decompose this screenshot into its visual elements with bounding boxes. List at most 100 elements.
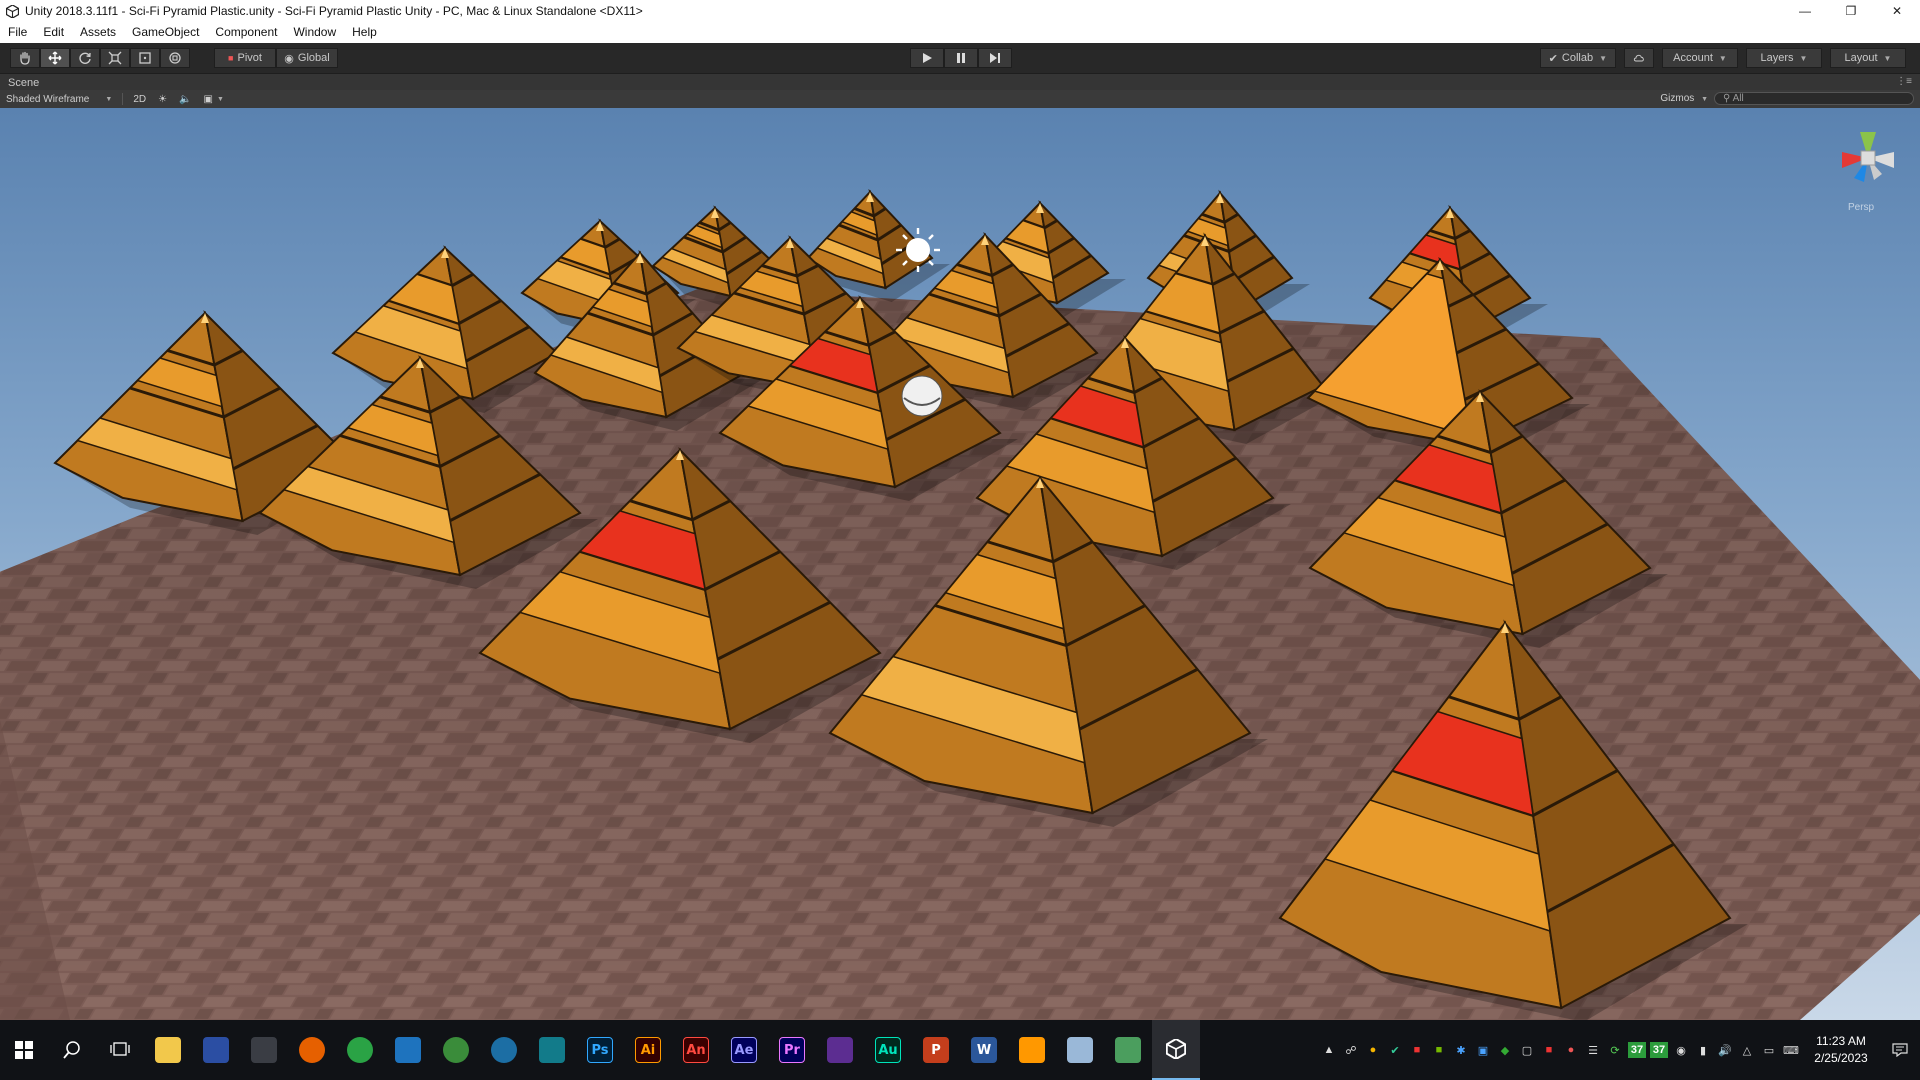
app-teal-icon-tile <box>539 1037 565 1063</box>
powerpoint-icon[interactable]: P <box>912 1020 960 1080</box>
search-icon[interactable] <box>48 1020 96 1080</box>
file-explorer-icon[interactable] <box>144 1020 192 1080</box>
word-icon[interactable]: W <box>960 1020 1008 1080</box>
tray-sync-icon[interactable]: ⟳ <box>1604 1039 1626 1061</box>
menu-assets[interactable]: Assets <box>72 22 124 43</box>
app-teal-icon[interactable] <box>528 1020 576 1080</box>
notification-center-icon[interactable] <box>1880 1043 1920 1057</box>
tray-usb-icon[interactable]: ▲ <box>1318 1039 1340 1061</box>
lighting-toggle-icon[interactable]: ☀ <box>152 94 173 105</box>
pivot-toggle[interactable]: ■ Pivot <box>214 48 276 68</box>
tray-box-icon[interactable]: ▢ <box>1516 1039 1538 1061</box>
sublime-icon[interactable] <box>1008 1020 1056 1080</box>
scene-render <box>0 108 1920 1020</box>
notepad-icon[interactable] <box>1056 1020 1104 1080</box>
taskbar-clock[interactable]: 11:23 AM 2/25/2023 <box>1802 1033 1880 1067</box>
pause-button[interactable] <box>944 48 978 68</box>
move-tool-icon[interactable] <box>40 48 70 68</box>
tray-device-icon[interactable]: ▮ <box>1692 1039 1714 1061</box>
sublime-icon-tile <box>1019 1037 1045 1063</box>
tray-meet-icon[interactable]: △ <box>1736 1039 1758 1061</box>
rect-tool-icon[interactable] <box>130 48 160 68</box>
menu-component[interactable]: Component <box>207 22 285 43</box>
2d-toggle[interactable]: 2D <box>127 94 152 105</box>
close-icon[interactable]: ✕ <box>1874 0 1920 22</box>
app-diamond-icon[interactable] <box>1104 1020 1152 1080</box>
after-effects-icon[interactable]: Ae <box>720 1020 768 1080</box>
menu-file[interactable]: File <box>0 22 35 43</box>
earth-icon[interactable] <box>480 1020 528 1080</box>
tray-pdf-icon[interactable]: ■ <box>1538 1039 1560 1061</box>
minimize-icon[interactable]: — <box>1782 0 1828 22</box>
scale-tool-icon[interactable] <box>100 48 130 68</box>
cloud-icon <box>1633 54 1644 62</box>
transform-tool-icon[interactable] <box>160 48 190 68</box>
gizmos-dropdown[interactable]: Gizmos ▼ <box>1660 93 1708 104</box>
cloud-button[interactable] <box>1624 48 1654 68</box>
step-button[interactable] <box>978 48 1012 68</box>
tray-badge-a[interactable]: 37 <box>1628 1042 1646 1058</box>
tray-security-icon[interactable]: ● <box>1560 1039 1582 1061</box>
animate-icon[interactable]: An <box>672 1020 720 1080</box>
tray-bluetooth-icon[interactable]: ✱ <box>1450 1039 1472 1061</box>
tab-menu-icon[interactable]: ⋮≡ <box>1896 76 1912 87</box>
tray-app-icon[interactable]: ● <box>1362 1039 1384 1061</box>
word-icon-tile: W <box>971 1037 997 1063</box>
main-toolbar: ■ Pivot ◉ Global ✔ Collab ▼ Account ▼ La… <box>0 43 1920 73</box>
menu-window[interactable]: Window <box>285 22 344 43</box>
layout-dropdown[interactable]: Layout ▼ <box>1830 48 1906 68</box>
audio-toggle-icon[interactable]: 🔈 <box>173 94 197 105</box>
layers-label: Layers <box>1760 52 1794 64</box>
tray-defender-icon[interactable]: ✔ <box>1384 1039 1406 1061</box>
menu-help[interactable]: Help <box>344 22 385 43</box>
effects-dropdown-icon[interactable]: ▣ ▼ <box>198 94 230 105</box>
audition-icon[interactable]: Au <box>864 1020 912 1080</box>
tray-badge-b[interactable]: 37 <box>1650 1042 1668 1058</box>
wifi-icon[interactable]: ☰ <box>1582 1039 1604 1061</box>
gizmos-label: Gizmos <box>1660 93 1695 104</box>
tab-scene[interactable]: Scene <box>0 77 47 89</box>
photoshop-icon-tile: Ps <box>587 1037 613 1063</box>
tray-chat-icon[interactable]: ◉ <box>1670 1039 1692 1061</box>
pivot-icon: ■ <box>228 53 234 63</box>
menu-gameobject[interactable]: GameObject <box>124 22 207 43</box>
layers-dropdown[interactable]: Layers ▼ <box>1746 48 1822 68</box>
unity-icon[interactable] <box>1152 1020 1200 1080</box>
shading-mode-dropdown[interactable]: Shaded Wireframe ▼ <box>0 94 118 105</box>
globe-icon[interactable] <box>432 1020 480 1080</box>
magnifier-icon[interactable] <box>384 1020 432 1080</box>
illustrator-icon[interactable]: Ai <box>624 1020 672 1080</box>
gizmo-projection-label[interactable]: Persp <box>1848 202 1874 213</box>
tray-adobe-icon[interactable]: ■ <box>1406 1039 1428 1061</box>
language-icon[interactable]: ⌨ <box>1780 1039 1802 1061</box>
hand-tool-icon[interactable] <box>10 48 40 68</box>
scene-search-input[interactable]: ⚲ All <box>1714 92 1914 105</box>
menu-edit[interactable]: Edit <box>35 22 72 43</box>
tray-shield-icon[interactable]: ◆ <box>1494 1039 1516 1061</box>
step-icon <box>990 53 1000 63</box>
visual-studio-icon[interactable] <box>816 1020 864 1080</box>
account-dropdown[interactable]: Account ▼ <box>1662 48 1738 68</box>
store-icon[interactable] <box>192 1020 240 1080</box>
restore-icon[interactable]: ❐ <box>1828 0 1874 22</box>
global-toggle[interactable]: ◉ Global <box>276 48 338 68</box>
collab-dropdown[interactable]: ✔ Collab ▼ <box>1539 48 1616 68</box>
rotate-tool-icon[interactable] <box>70 48 100 68</box>
play-icon <box>923 53 932 63</box>
windows-start-icon[interactable] <box>0 1020 48 1080</box>
firefox-icon[interactable] <box>288 1020 336 1080</box>
window-title-bar[interactable]: Unity 2018.3.11f1 - Sci-Fi Pyramid Plast… <box>0 0 1920 22</box>
paint-icon[interactable] <box>240 1020 288 1080</box>
play-button[interactable] <box>910 48 944 68</box>
volume-icon[interactable]: 🔊 <box>1714 1039 1736 1061</box>
tray-network-drive-icon[interactable]: ☍ <box>1340 1039 1362 1061</box>
scene-viewport[interactable]: Persp <box>0 108 1920 1020</box>
photoshop-icon[interactable]: Ps <box>576 1020 624 1080</box>
tray-nvidia-icon[interactable]: ■ <box>1428 1039 1450 1061</box>
premiere-icon[interactable]: Pr <box>768 1020 816 1080</box>
chrome-icon[interactable] <box>336 1020 384 1080</box>
tray-drive-icon[interactable]: ▣ <box>1472 1039 1494 1061</box>
task-view-icon[interactable] <box>96 1020 144 1080</box>
toolbar-right-group: ✔ Collab ▼ Account ▼ Layers ▼ Layout ▼ <box>1539 48 1906 68</box>
battery-icon[interactable]: ▭ <box>1758 1039 1780 1061</box>
